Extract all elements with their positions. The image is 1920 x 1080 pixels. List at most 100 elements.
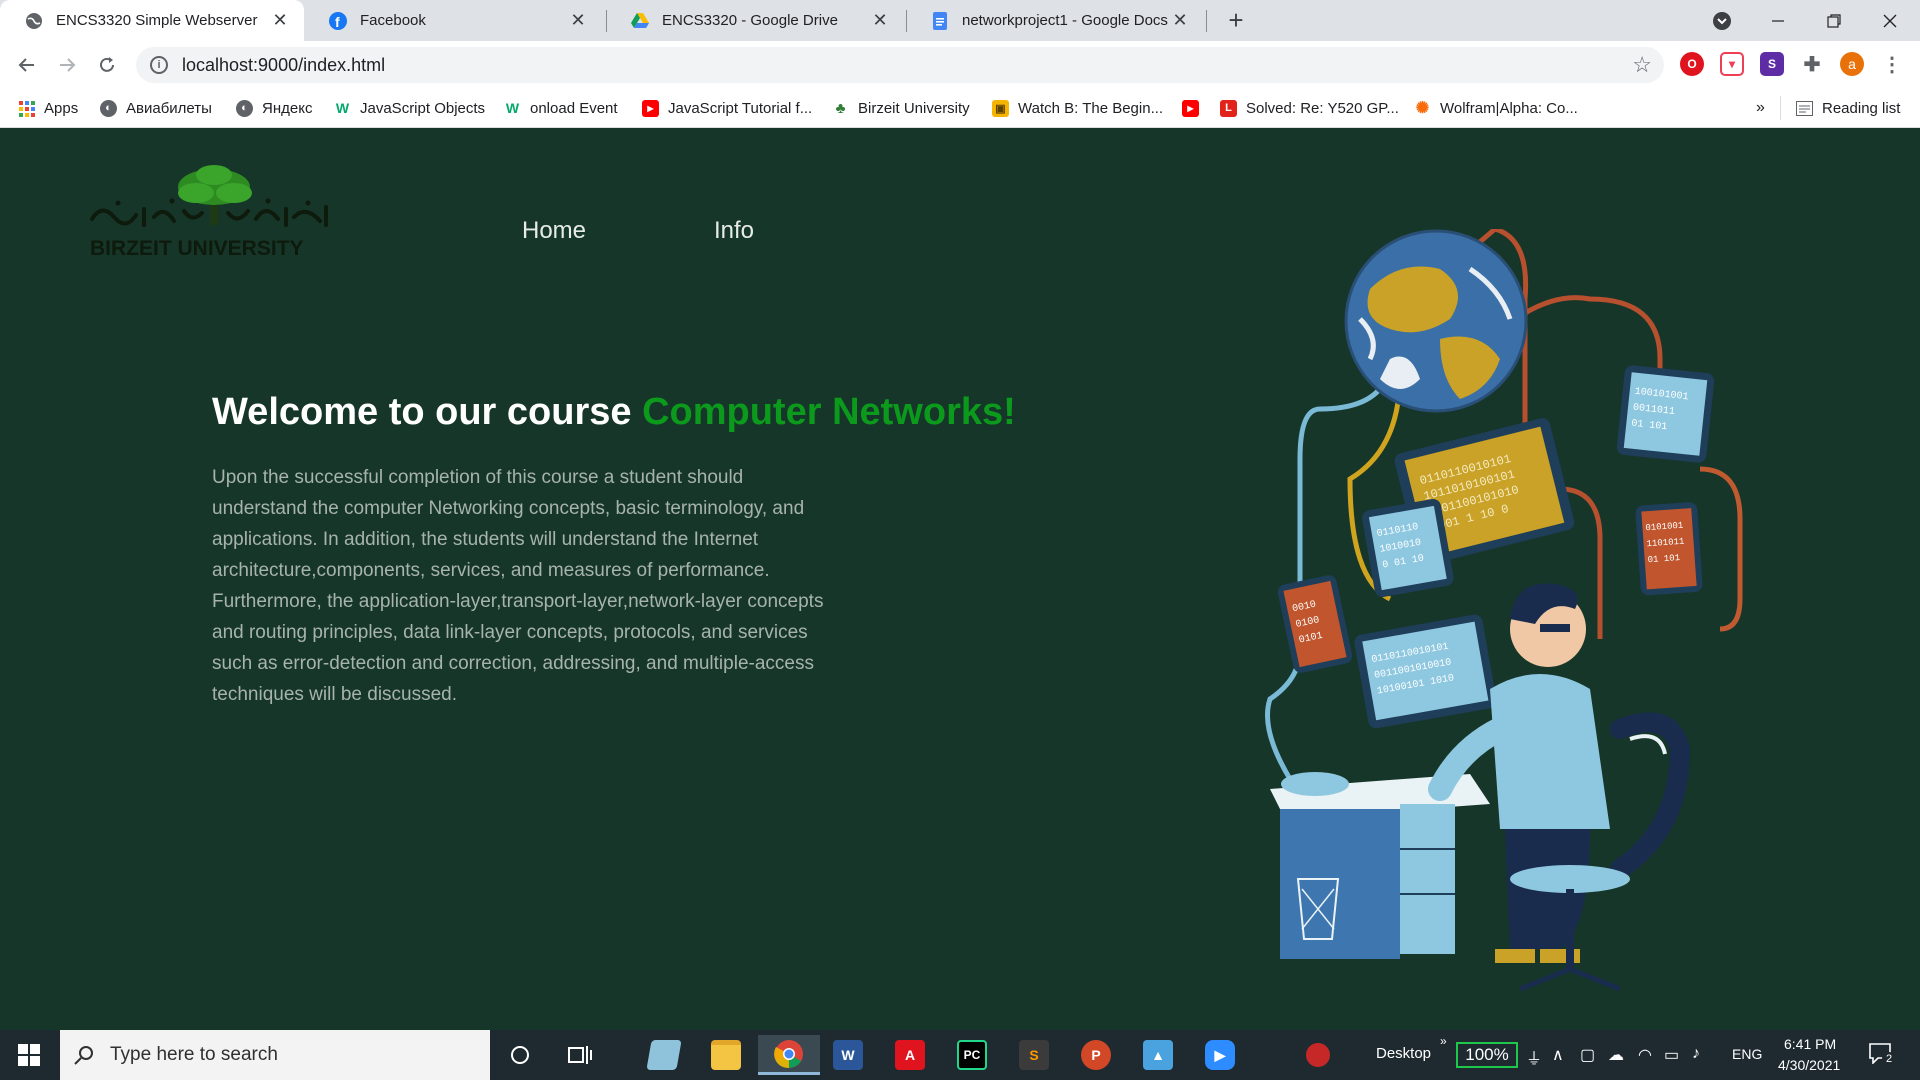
windows-taskbar: Type here to search W A PC S P ▲ ▶ Deskt…: [0, 1030, 1920, 1080]
volume-icon[interactable]: ♪: [1692, 1045, 1700, 1063]
tab-google-docs[interactable]: networkproject1 - Google Docs ✕: [906, 0, 1204, 41]
clock-time[interactable]: 6:41 PM: [1784, 1036, 1836, 1052]
taskbar-app-powerpoint[interactable]: P: [1070, 1035, 1122, 1075]
taskbar-app-pycharm[interactable]: PC: [946, 1035, 998, 1075]
tab-encs3320-webserver[interactable]: ENCS3320 Simple Webserver ✕: [0, 0, 304, 41]
zoom-icon: ▶: [1205, 1040, 1235, 1070]
menu-kebab-icon[interactable]: ⋮: [1880, 52, 1904, 76]
language-indicator[interactable]: ENG: [1732, 1046, 1762, 1062]
bookmark-apps[interactable]: Apps: [18, 96, 78, 120]
birzeit-logo[interactable]: BIRZEIT UNIVERSITY: [88, 161, 338, 271]
taskbar-app-photos[interactable]: ▲: [1132, 1035, 1184, 1075]
tab-divider: [1206, 10, 1207, 32]
bookmark-birzeit-university[interactable]: ♣ Birzeit University: [832, 96, 970, 120]
lenovo-icon: L: [1220, 99, 1237, 117]
bookmark-star-icon[interactable]: ☆: [1632, 52, 1652, 78]
youtube-icon: ▶: [642, 99, 659, 117]
logo-text: BIRZEIT UNIVERSITY: [90, 237, 304, 260]
taskbar-app-sublime[interactable]: S: [1008, 1035, 1060, 1075]
address-bar[interactable]: i localhost:9000/index.html ☆: [136, 47, 1664, 83]
bookmark-yandex[interactable]: ◐ Яндекс: [236, 96, 312, 120]
close-icon: [1883, 14, 1897, 27]
notepad-icon: [646, 1040, 682, 1070]
webpage: BIRZEIT UNIVERSITY Home Info Welcome to …: [0, 129, 1920, 1030]
bookmark-label: Apps: [44, 99, 79, 117]
taskbar-app-word[interactable]: W: [822, 1035, 874, 1075]
task-view-button[interactable]: [554, 1035, 606, 1075]
bookmarks-divider: [1780, 96, 1781, 120]
chevron-up-icon[interactable]: ∧: [1552, 1045, 1564, 1065]
battery-icon[interactable]: ▭: [1664, 1045, 1679, 1065]
power-plug-icon[interactable]: ⏚: [1526, 1045, 1542, 1069]
taskbar-app-chrome[interactable]: [758, 1035, 820, 1075]
extensions-puzzle-icon[interactable]: ✚: [1800, 52, 1824, 76]
taskbar-app-tray-shield[interactable]: [1292, 1035, 1344, 1075]
reload-button[interactable]: [92, 50, 122, 80]
tab-search-button[interactable]: [1694, 0, 1750, 41]
bookmark-onload-event[interactable]: W onload Event: [504, 96, 618, 120]
bookmark-aviabilety[interactable]: ◐ Авиабилеты: [100, 96, 212, 120]
tab-facebook[interactable]: f Facebook ✕: [304, 0, 602, 41]
wifi-icon[interactable]: ◠: [1638, 1045, 1652, 1065]
bookmark-watch-b[interactable]: ▣ Watch B: The Begin...: [992, 96, 1163, 120]
bookmark-label: Watch B: The Begin...: [1018, 99, 1164, 117]
tab-google-drive[interactable]: ENCS3320 - Google Drive ✕: [606, 0, 904, 41]
close-tab-icon[interactable]: ✕: [1170, 10, 1190, 31]
start-button[interactable]: [0, 1030, 58, 1080]
taskbar-search[interactable]: Type here to search: [60, 1030, 490, 1080]
forward-button[interactable]: [52, 50, 82, 80]
site-info-icon[interactable]: i: [150, 56, 168, 74]
save-extension-icon[interactable]: S: [1760, 52, 1784, 76]
course-description: Upon the successful completion of this c…: [212, 467, 824, 705]
taskbar-app-notepad[interactable]: [638, 1035, 690, 1075]
desktop-toolbar-label[interactable]: Desktop: [1376, 1045, 1431, 1062]
close-tab-icon[interactable]: ✕: [870, 10, 890, 31]
bookmark-label: Wolfram|Alpha: Co...: [1440, 99, 1578, 117]
close-window-button[interactable]: [1862, 0, 1918, 41]
bookmark-site-icon: ▣: [992, 99, 1009, 117]
restore-button[interactable]: [1806, 0, 1862, 41]
taskbar-app-file-explorer[interactable]: [700, 1035, 752, 1075]
nav-home-link[interactable]: Home: [522, 217, 586, 245]
networking-illustration: 0110110010101 1011010100101 010110010101…: [1240, 226, 1780, 1019]
nav-info-link[interactable]: Info: [714, 217, 754, 245]
bookmark-youtube[interactable]: ▶: [1182, 96, 1208, 120]
tab-title: Facebook: [360, 12, 426, 29]
profile-avatar[interactable]: a: [1840, 52, 1864, 76]
clock-date[interactable]: 4/30/2021: [1778, 1057, 1840, 1073]
windows-logo-icon: [18, 1044, 40, 1066]
reading-list-icon: [1796, 100, 1813, 117]
bookmark-wolfram-alpha[interactable]: ✺ Wolfram|Alpha: Co...: [1414, 96, 1578, 120]
search-placeholder: Type here to search: [110, 1044, 278, 1065]
taskbar-app-zoom[interactable]: ▶: [1194, 1035, 1246, 1075]
opera-extension-icon[interactable]: O: [1680, 52, 1704, 76]
reading-list-button[interactable]: Reading list: [1796, 96, 1900, 120]
apps-grid-icon: [18, 100, 35, 117]
onedrive-cloud-icon[interactable]: ☁: [1608, 1045, 1624, 1065]
close-tab-icon[interactable]: ✕: [270, 10, 290, 31]
taskbar-app-acrobat[interactable]: A: [884, 1035, 936, 1075]
new-tab-button[interactable]: +: [1220, 4, 1252, 36]
cortana-button[interactable]: [494, 1035, 546, 1075]
w3schools-icon: W: [335, 100, 350, 116]
wolfram-icon: ✺: [1415, 100, 1430, 117]
notification-center-button[interactable]: 2: [1868, 1042, 1896, 1066]
bookmark-javascript-objects[interactable]: W JavaScript Objects: [334, 96, 485, 120]
tab-title: ENCS3320 - Google Drive: [662, 12, 838, 29]
bookmark-solved-y520[interactable]: L Solved: Re: Y520 GP...: [1220, 96, 1399, 120]
meet-now-icon[interactable]: ▢: [1580, 1045, 1595, 1065]
toolbar-overflow-icon[interactable]: »: [1440, 1034, 1447, 1048]
battery-percentage[interactable]: 100%: [1456, 1042, 1518, 1068]
sublime-icon: S: [1019, 1040, 1049, 1070]
bookmarks-overflow-button[interactable]: »: [1756, 96, 1765, 120]
arrow-right-icon: [60, 58, 76, 72]
headline-prefix: Welcome to our course: [212, 391, 643, 433]
minimize-button[interactable]: [1750, 0, 1806, 41]
url-text[interactable]: localhost:9000/index.html: [182, 55, 385, 76]
pocket-extension-icon[interactable]: ▾: [1720, 52, 1744, 76]
back-button[interactable]: [12, 50, 42, 80]
bookmark-javascript-tutorial[interactable]: ▶ JavaScript Tutorial f...: [642, 96, 812, 120]
globe-icon: ◐: [100, 99, 117, 117]
close-tab-icon[interactable]: ✕: [568, 10, 588, 31]
minimize-icon: [1772, 19, 1784, 22]
